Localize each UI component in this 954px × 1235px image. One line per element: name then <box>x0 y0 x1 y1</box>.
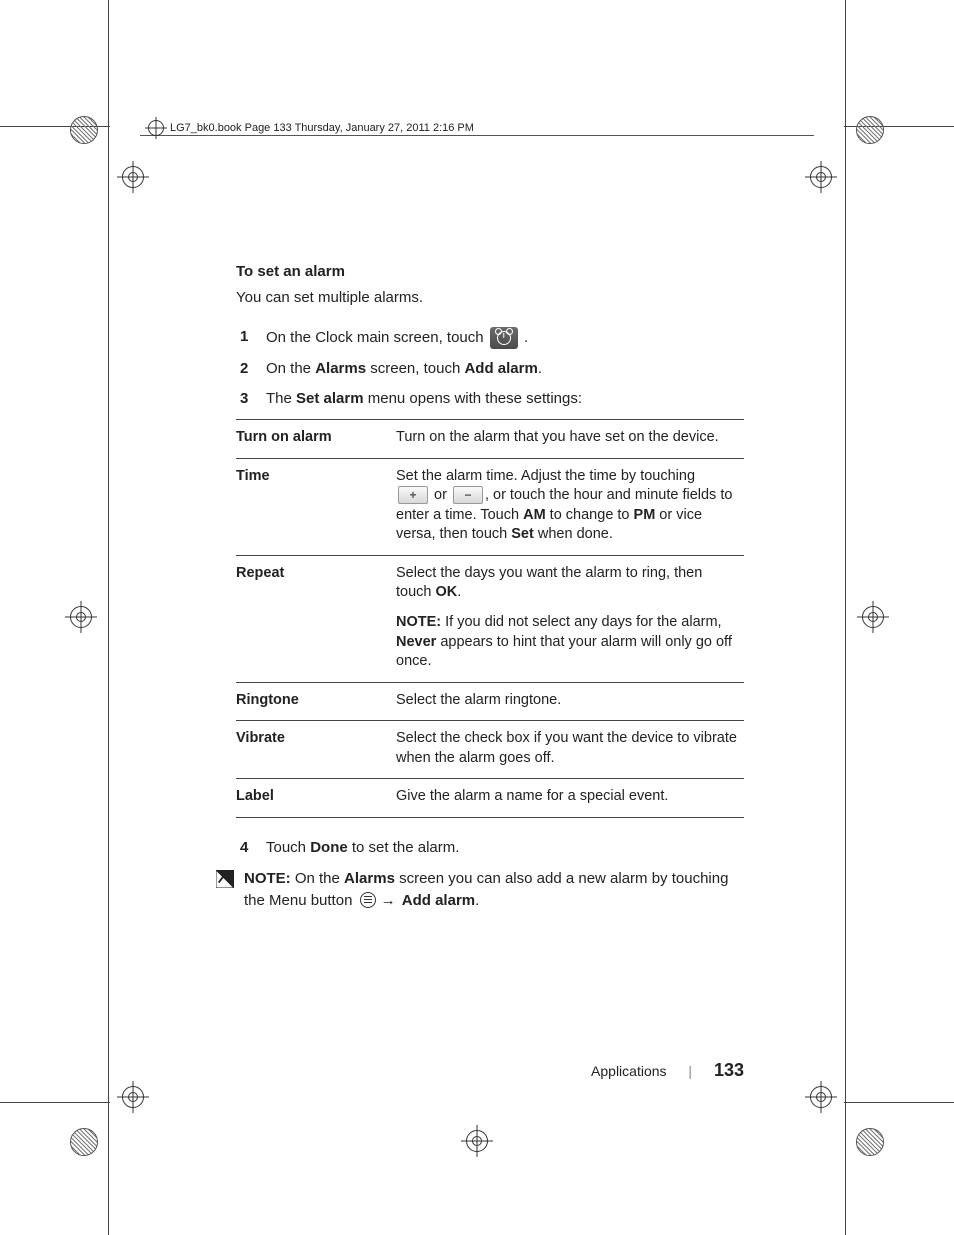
table-row: Label Give the alarm a name for a specia… <box>236 779 744 818</box>
step-2-a: On the <box>266 360 315 377</box>
row-label: Time <box>236 458 396 555</box>
step-2-d: Add alarm <box>464 360 537 377</box>
step-2-e: . <box>538 360 542 377</box>
row-body: Select the days you want the alarm to ri… <box>396 555 744 682</box>
row-body: Select the alarm ringtone. <box>396 682 744 721</box>
header-text: LG7_bk0.book Page 133 Thursday, January … <box>170 121 474 136</box>
note-f: . <box>475 892 479 909</box>
row-label: Vibrate <box>236 721 396 779</box>
step-3-a: The <box>266 390 296 407</box>
row-label: Ringtone <box>236 682 396 721</box>
intro-text: You can set multiple alarms. <box>236 288 744 308</box>
time-d: to change to <box>546 507 634 523</box>
row-body: Set the alarm time. Adjust the time by t… <box>396 458 744 555</box>
table-row: Time Set the alarm time. Adjust the time… <box>236 458 744 555</box>
row-label: Turn on alarm <box>236 420 396 459</box>
step-2-b: Alarms <box>315 360 366 377</box>
arrow-icon: → <box>381 892 400 909</box>
repeat-c: . <box>457 584 461 600</box>
repeat-ok: OK <box>436 584 458 600</box>
pdf-header-line: LG7_bk0.book Page 133 Thursday, January … <box>148 120 474 136</box>
time-h: when done. <box>534 526 613 542</box>
time-set: Set <box>511 526 534 542</box>
note-lead: NOTE: <box>244 870 291 887</box>
repeat-never: Never <box>396 634 436 650</box>
table-row: Ringtone Select the alarm ringtone. <box>236 682 744 721</box>
time-or: or <box>430 487 451 503</box>
step-2: On the Alarms screen, touch Add alarm. <box>236 359 744 379</box>
section-heading: To set an alarm <box>236 262 744 282</box>
step-3-c: menu opens with these settings: <box>364 390 582 407</box>
plus-icon: + <box>398 486 428 504</box>
time-am: AM <box>523 507 546 523</box>
row-label: Label <box>236 779 396 818</box>
step-4-c: to set the alarm. <box>348 839 460 856</box>
step-2-c: screen, touch <box>366 360 464 377</box>
step-1-text-b: . <box>524 328 528 345</box>
note-icon <box>216 870 234 888</box>
table-row: Turn on alarm Turn on the alarm that you… <box>236 420 744 459</box>
step-4-a: Touch <box>266 839 310 856</box>
steps-list: On the Clock main screen, touch . On the… <box>236 327 744 410</box>
step-3: The Set alarm menu opens with these sett… <box>236 389 744 409</box>
step-4-done: Done <box>310 839 348 856</box>
page-note: NOTE: On the Alarms screen you can also … <box>216 868 744 912</box>
step-1-text-a: On the Clock main screen, touch <box>266 328 488 345</box>
table-row: Vibrate Select the check box if you want… <box>236 721 744 779</box>
menu-button-icon <box>360 892 376 908</box>
step-1: On the Clock main screen, touch . <box>236 327 744 349</box>
step-4: Touch Done to set the alarm. <box>236 838 744 858</box>
note-text: NOTE: On the Alarms screen you can also … <box>244 868 744 912</box>
note-alarms: Alarms <box>344 870 395 887</box>
row-body: Give the alarm a name for a special even… <box>396 779 744 818</box>
repeat-note-b: If you did not select any days for the a… <box>441 614 721 630</box>
footer-section: Applications <box>591 1063 667 1079</box>
repeat-note-d: appears to hint that your alarm will onl… <box>396 634 732 670</box>
note-add-alarm: Add alarm <box>402 892 475 909</box>
row-body: Turn on the alarm that you have set on t… <box>396 420 744 459</box>
alarm-clock-icon <box>490 327 518 349</box>
table-row: Repeat Select the days you want the alar… <box>236 555 744 682</box>
note-a: On the <box>291 870 344 887</box>
time-line1: Set the alarm time. Adjust the time by t… <box>396 468 695 484</box>
row-body: Select the check box if you want the dev… <box>396 721 744 779</box>
registration-mark-icon <box>148 120 164 136</box>
footer-page-number: 133 <box>714 1060 744 1080</box>
page-footer: Applications | 133 <box>236 1058 744 1082</box>
footer-separator: | <box>688 1063 692 1079</box>
repeat-note-lead: NOTE: <box>396 614 441 630</box>
page-content: To set an alarm You can set multiple ala… <box>236 262 744 912</box>
settings-table: Turn on alarm Turn on the alarm that you… <box>236 419 744 818</box>
row-label: Repeat <box>236 555 396 682</box>
step-3-b: Set alarm <box>296 390 364 407</box>
steps-list-cont: Touch Done to set the alarm. <box>236 838 744 858</box>
minus-icon: − <box>453 486 483 504</box>
time-pm: PM <box>634 507 656 523</box>
